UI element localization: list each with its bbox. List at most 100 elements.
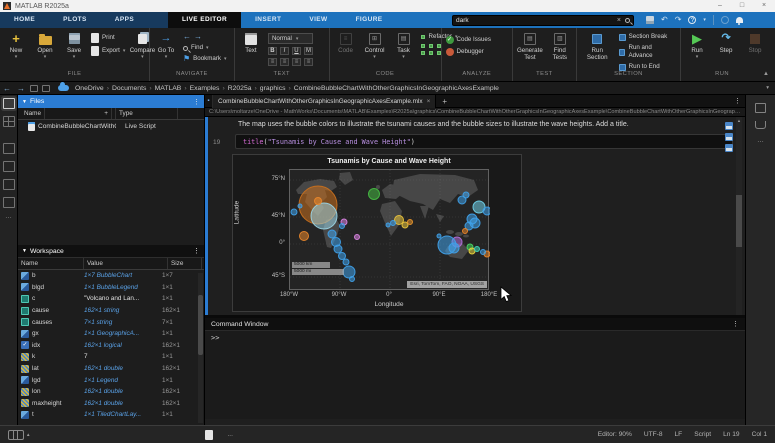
- tab-insert[interactable]: INSERT: [241, 12, 295, 28]
- close-tab-icon[interactable]: ×: [427, 98, 431, 105]
- files-panel-icon[interactable]: [3, 98, 15, 109]
- text-button[interactable]: Text: [239, 31, 263, 54]
- minimize-button[interactable]: –: [709, 0, 731, 12]
- snippet-icon-1[interactable]: [421, 44, 425, 48]
- search-box[interactable]: dark ×: [452, 15, 634, 26]
- nav-forward-icon[interactable]: →: [17, 84, 25, 93]
- undo-icon[interactable]: ↶: [661, 15, 668, 25]
- step-button[interactable]: ↷Step: [714, 31, 738, 54]
- workspace-col-size[interactable]: Size: [168, 258, 202, 269]
- tab-view[interactable]: VIEW: [295, 12, 341, 28]
- history-icon[interactable]: [3, 179, 15, 190]
- tab-apps[interactable]: APPS: [101, 12, 148, 28]
- tab-home[interactable]: HOME: [0, 12, 49, 28]
- snippet-icon-5[interactable]: [429, 51, 433, 55]
- workspace-row-maxheight[interactable]: maxheight162×1 double162×1: [18, 398, 204, 410]
- code-block[interactable]: title("Tsunamis by Cause and Wave Height…: [235, 134, 733, 149]
- output-thumbnail-icon[interactable]: [725, 133, 733, 141]
- breadcrumb-segment[interactable]: Examples: [188, 85, 222, 92]
- breadcrumb-segment[interactable]: MATLAB: [153, 85, 184, 92]
- collapse-caret-icon[interactable]: ▼: [22, 99, 27, 105]
- workspace-panel-icon[interactable]: [3, 161, 15, 172]
- search-clear-icon[interactable]: ×: [617, 17, 621, 24]
- workspace-row-blgd[interactable]: blgd1×1 BubbleLegend1×1: [18, 282, 204, 294]
- snippet-icon-3[interactable]: [437, 44, 441, 48]
- workspace-row-t[interactable]: t1×1 TiledChartLay...1×1: [18, 409, 204, 421]
- snippet-icon-2[interactable]: [429, 44, 433, 48]
- redo-icon[interactable]: ↷: [675, 15, 682, 25]
- underline-button[interactable]: U: [292, 47, 301, 55]
- restore-pane-icon[interactable]: ▪: [205, 95, 213, 108]
- apps-grid-icon[interactable]: [3, 116, 15, 127]
- tab-plots[interactable]: PLOTS: [49, 12, 101, 28]
- workspace-panel-header[interactable]: ▼ Workspace ⋮: [18, 245, 204, 258]
- collapse-ribbon-icon[interactable]: ▲: [763, 71, 775, 81]
- workspace-row-lon[interactable]: lon162×1 double162×1: [18, 386, 204, 398]
- breadcrumb-segment[interactable]: OneDrive: [73, 85, 106, 92]
- editor-scrollbar-thumb[interactable]: [736, 195, 742, 247]
- workspace-row-b[interactable]: b1×7 BubbleChart1×7: [18, 270, 204, 282]
- section-break-button[interactable]: Section Break: [619, 33, 676, 41]
- code-button[interactable]: ≡Code: [334, 31, 358, 54]
- status-more[interactable]: ...: [227, 431, 233, 438]
- file-row[interactable]: CombineBubbleChartWithO... Live Script: [18, 120, 204, 133]
- editor-tab-menu-icon[interactable]: ⋮: [734, 97, 745, 105]
- monospace-button[interactable]: M: [304, 47, 313, 55]
- files-col-type[interactable]: Type: [116, 108, 178, 119]
- nav-back-icon[interactable]: ←: [3, 84, 11, 93]
- export-button[interactable]: Export▾: [91, 46, 125, 56]
- breadcrumb-segment[interactable]: Documents: [110, 85, 148, 92]
- output-thumbnail-icon[interactable]: [725, 122, 733, 130]
- breadcrumb-segment[interactable]: R2025a: [226, 85, 254, 92]
- bookmark-button[interactable]: ⚑Bookmark▾: [183, 55, 227, 63]
- align-center-button[interactable]: ≡: [280, 58, 289, 66]
- document-status-icon[interactable]: [205, 430, 213, 440]
- task-button[interactable]: ▤Task▾: [392, 31, 416, 61]
- back-icon[interactable]: ←: [183, 33, 191, 41]
- search-input[interactable]: dark: [456, 17, 617, 24]
- list-button[interactable]: ≡: [304, 58, 313, 66]
- notifications-icon[interactable]: [736, 17, 743, 23]
- workspace-row-k[interactable]: k71×1: [18, 351, 204, 363]
- files-panel-header[interactable]: ▼ Files ⋮: [18, 95, 204, 108]
- breadcrumb-segment[interactable]: graphics: [258, 85, 288, 92]
- stop-button[interactable]: Stop: [743, 31, 767, 54]
- command-window-header[interactable]: Command Window ⋮: [205, 318, 745, 331]
- debugger-button[interactable]: Debugger: [446, 48, 484, 56]
- generate-test-button[interactable]: ▤Generate Test: [517, 31, 543, 61]
- new-folder-icon[interactable]: [30, 85, 38, 92]
- snippet-icon-6[interactable]: [437, 51, 441, 55]
- geographic-axes[interactable]: 5000 km 5000 mi Esri, TomTom, FAO, NOAA,…: [289, 169, 489, 290]
- editor-canvas[interactable]: 19 The map uses the bubble colors to ill…: [205, 117, 745, 315]
- collapse-caret-icon[interactable]: ▼: [22, 248, 27, 254]
- workspace-row-idx[interactable]: ✓idx162×1 logical162×1: [18, 340, 204, 352]
- align-left-button[interactable]: ≡: [268, 58, 277, 66]
- more-tools-icon[interactable]: …: [746, 137, 775, 144]
- account-icon[interactable]: [721, 16, 729, 24]
- keyboard-caret-icon[interactable]: ▲: [26, 432, 30, 437]
- command-window[interactable]: >>: [205, 331, 745, 419]
- share-icon[interactable]: [3, 197, 15, 208]
- search-icon[interactable]: [625, 18, 630, 23]
- tab-figure[interactable]: FIGURE: [342, 12, 397, 28]
- workspace-row-lgd[interactable]: lgd1×1 Legend1×1: [18, 374, 204, 386]
- save-button[interactable]: Save▾: [62, 31, 86, 61]
- bold-button[interactable]: B: [268, 47, 277, 55]
- forward-icon[interactable]: →: [194, 33, 202, 41]
- more-panels-icon[interactable]: …: [5, 215, 12, 219]
- profiler-icon[interactable]: [755, 121, 766, 129]
- help-icon[interactable]: ?: [688, 16, 696, 24]
- italic-button[interactable]: I: [280, 47, 289, 55]
- output-thumbnail-icon[interactable]: [725, 144, 733, 152]
- compare-panel-icon[interactable]: [755, 103, 766, 113]
- editor-tab[interactable]: CombineBubbleChartWithOtherGraphicsInGeo…: [213, 95, 436, 108]
- workspace-row-c[interactable]: c"Volcano and Lan...1×1: [18, 293, 204, 305]
- align-right-button[interactable]: ≡: [292, 58, 301, 66]
- command-window-menu-icon[interactable]: ⋮: [732, 320, 739, 328]
- new-tab-button[interactable]: +: [436, 97, 453, 106]
- run-and-advance-button[interactable]: Run and Advance: [619, 44, 676, 60]
- workspace-row-gx[interactable]: gx1×1 GeographicA...1×1: [18, 328, 204, 340]
- workspace-col-name[interactable]: Name: [18, 258, 84, 269]
- text-style-dropdown[interactable]: Normal▾: [268, 33, 313, 44]
- close-button[interactable]: ×: [753, 0, 775, 12]
